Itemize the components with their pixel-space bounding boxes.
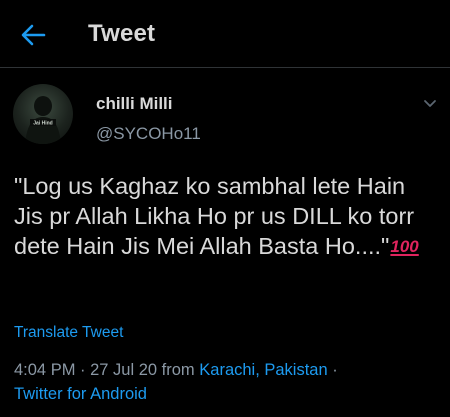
author-display-name[interactable]: chilli Milli [96,94,173,114]
chevron-down-icon [424,100,436,107]
avatar[interactable]: Jai Hind [13,84,73,144]
tweet-metadata: 4:04 PM · 27 Jul 20 from Karachi, Pakist… [14,358,439,406]
meta-separator-2: · [327,361,338,379]
more-options-button[interactable] [420,93,440,113]
tweet-location-link[interactable]: Karachi, Pakistan [199,361,327,379]
top-bar: Tweet [0,0,450,68]
translate-tweet-link[interactable]: Translate Tweet [14,324,123,342]
tweet-time[interactable]: 4:04 PM [14,361,75,379]
tweet-body: "Log us Kaghaz ko sambhal lete Hain Jis … [14,173,421,259]
tweet-date[interactable]: 27 Jul 20 [90,361,157,379]
back-button[interactable] [18,22,48,48]
from-label: from [157,361,200,379]
meta-separator: · [75,361,91,379]
arrow-left-icon [21,24,46,46]
author-handle[interactable]: @SYCOHo11 [96,124,201,144]
tweet-text: "Log us Kaghaz ko sambhal lete Hain Jis … [14,171,439,262]
hundred-points-emoji: 100 [390,237,419,256]
page-title: Tweet [88,20,156,47]
avatar-caption: Jai Hind [33,121,52,127]
tweet-client-link[interactable]: Twitter for Android [14,385,147,403]
